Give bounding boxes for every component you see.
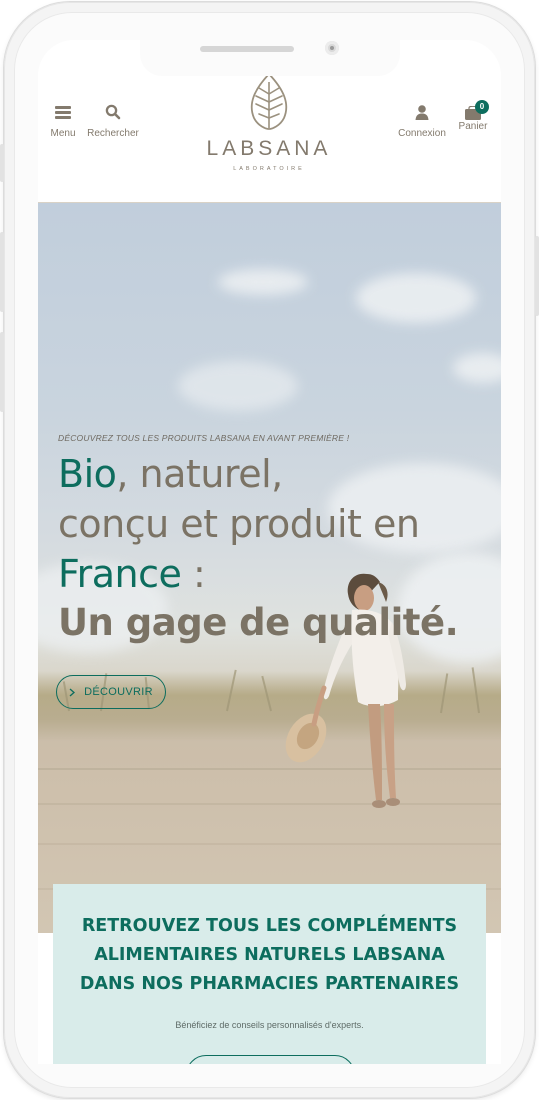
- cart-button[interactable]: 0 Panier: [456, 100, 490, 132]
- pharmacies-title: RETROUVEZ TOUS LES COMPLÉMENTS ALIMENTAI…: [79, 916, 460, 994]
- headline-bold: Un gage de qualité.: [58, 601, 459, 644]
- sand-ripple: [38, 768, 501, 770]
- sand-ripple: [38, 843, 501, 845]
- brand-name: LABSANA: [206, 137, 332, 160]
- headline-part: conçu et produit en: [58, 502, 420, 546]
- chevron-right-icon: [69, 688, 76, 696]
- search-button[interactable]: Rechercher: [85, 102, 141, 139]
- hero-text: DÉCOUVREZ TOUS LES PRODUITS LABSANA EN A…: [58, 433, 488, 649]
- hero-banner: DÉCOUVREZ TOUS LES PRODUITS LABSANA EN A…: [38, 203, 501, 933]
- brand-tagline: LABORATOIRE: [233, 166, 305, 172]
- camera-lens: [330, 46, 334, 50]
- cloud: [453, 353, 501, 383]
- cloud: [356, 273, 476, 323]
- account-button[interactable]: Connexion: [396, 102, 448, 139]
- cart-label: Panier: [458, 121, 488, 132]
- discover-label: DÉCOUVRIR: [84, 686, 153, 698]
- menu-button[interactable]: Menu: [46, 102, 80, 139]
- phone-volume-up-button: [0, 232, 4, 312]
- sand-ripple: [38, 803, 501, 805]
- cart-count-badge: 0: [475, 100, 489, 114]
- phone-volume-down-button: [0, 332, 4, 412]
- headline-part: , naturel,: [116, 452, 283, 496]
- discover-button[interactable]: DÉCOUVRIR: [56, 675, 166, 709]
- phone-power-button: [535, 236, 539, 316]
- leaf-logo-icon: [250, 72, 288, 130]
- screen: Menu Rechercher LABSANA LABORATOIRE Conn…: [38, 40, 501, 1064]
- headline-accent-bio: Bio: [58, 452, 117, 496]
- hero-eyebrow: DÉCOUVREZ TOUS LES PRODUITS LABSANA EN A…: [58, 433, 350, 443]
- brand-logo[interactable]: LABSANA LABORATOIRE: [201, 72, 337, 172]
- user-icon: [415, 105, 429, 120]
- pharmacies-panel: RETROUVEZ TOUS LES COMPLÉMENTS ALIMENTAI…: [53, 884, 486, 1064]
- pharmacies-button[interactable]: [186, 1055, 355, 1064]
- headline-part: :: [181, 552, 206, 596]
- phone-speaker: [200, 46, 294, 52]
- menu-label: Menu: [50, 128, 76, 139]
- hero-headline: Bio, naturel, conçu et produit en France…: [58, 449, 488, 649]
- cloud: [178, 361, 298, 411]
- search-label: Rechercher: [87, 128, 139, 139]
- search-icon: [105, 104, 121, 120]
- phone-side-button: [0, 144, 4, 182]
- pharmacies-subtitle: Bénéficiez de conseils personnalisés d'e…: [175, 1020, 364, 1030]
- cloud: [218, 269, 308, 295]
- headline-accent-france: France: [58, 552, 182, 596]
- account-label: Connexion: [398, 128, 446, 139]
- hamburger-menu-icon: [55, 106, 71, 119]
